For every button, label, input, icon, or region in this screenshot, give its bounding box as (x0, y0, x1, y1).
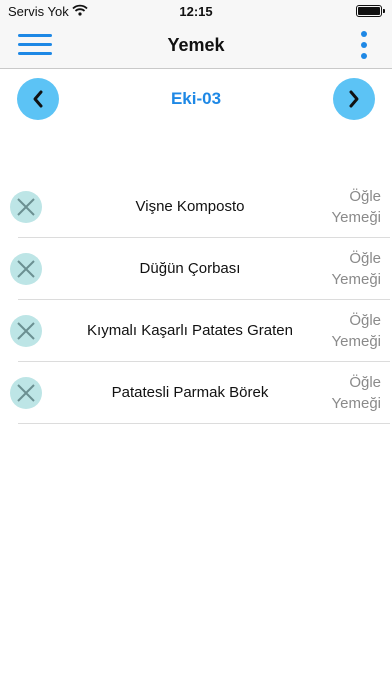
meal-name: Düğün Çorbası (139, 260, 241, 277)
remove-icon[interactable] (10, 377, 42, 409)
meal-name: Vişne Komposto (135, 198, 245, 215)
next-day-button[interactable] (333, 78, 375, 120)
divider (18, 423, 390, 424)
status-bar: Servis Yok 12:15 (0, 0, 392, 22)
meal-type-line1: Öğle (349, 188, 381, 205)
meal-type: Öğle Yemeği (311, 310, 381, 352)
date-navigator: Eki-03 (0, 68, 392, 130)
meal-type-line1: Öğle (349, 312, 381, 329)
remove-icon[interactable] (10, 191, 42, 223)
meal-name: Kıymalı Kaşarlı Patates Graten (87, 322, 293, 339)
hamburger-menu-icon[interactable] (18, 32, 52, 58)
meal-type-line2: Yemeği (331, 333, 381, 350)
vertical-ellipsis-icon[interactable] (358, 30, 370, 60)
clock: 12:15 (179, 4, 213, 19)
navigation-bar: Yemek (0, 22, 392, 69)
list-item: Düğün Çorbası Öğle Yemeği (0, 238, 392, 300)
meal-type: Öğle Yemeği (311, 248, 381, 290)
meal-type-line1: Öğle (349, 250, 381, 267)
list-item: Vişne Komposto Öğle Yemeği (0, 176, 392, 238)
meal-type-line2: Yemeği (331, 271, 381, 288)
meal-type: Öğle Yemeği (311, 186, 381, 228)
meal-type-line2: Yemeği (331, 209, 381, 226)
battery-icon (356, 5, 385, 17)
meal-list: Vişne Komposto Öğle Yemeği Düğün Çorbası… (0, 176, 392, 424)
meal-type-line1: Öğle (349, 374, 381, 391)
list-item: Patatesli Parmak Börek Öğle Yemeği (0, 362, 392, 424)
meal-type-line2: Yemeği (331, 395, 381, 412)
remove-icon[interactable] (10, 253, 42, 285)
meal-name: Patatesli Parmak Börek (111, 384, 269, 401)
list-item: Kıymalı Kaşarlı Patates Graten Öğle Yeme… (0, 300, 392, 362)
remove-icon[interactable] (10, 315, 42, 347)
page-title: Yemek (167, 35, 225, 55)
meal-type: Öğle Yemeği (311, 372, 381, 414)
chevron-right-icon (349, 90, 359, 108)
